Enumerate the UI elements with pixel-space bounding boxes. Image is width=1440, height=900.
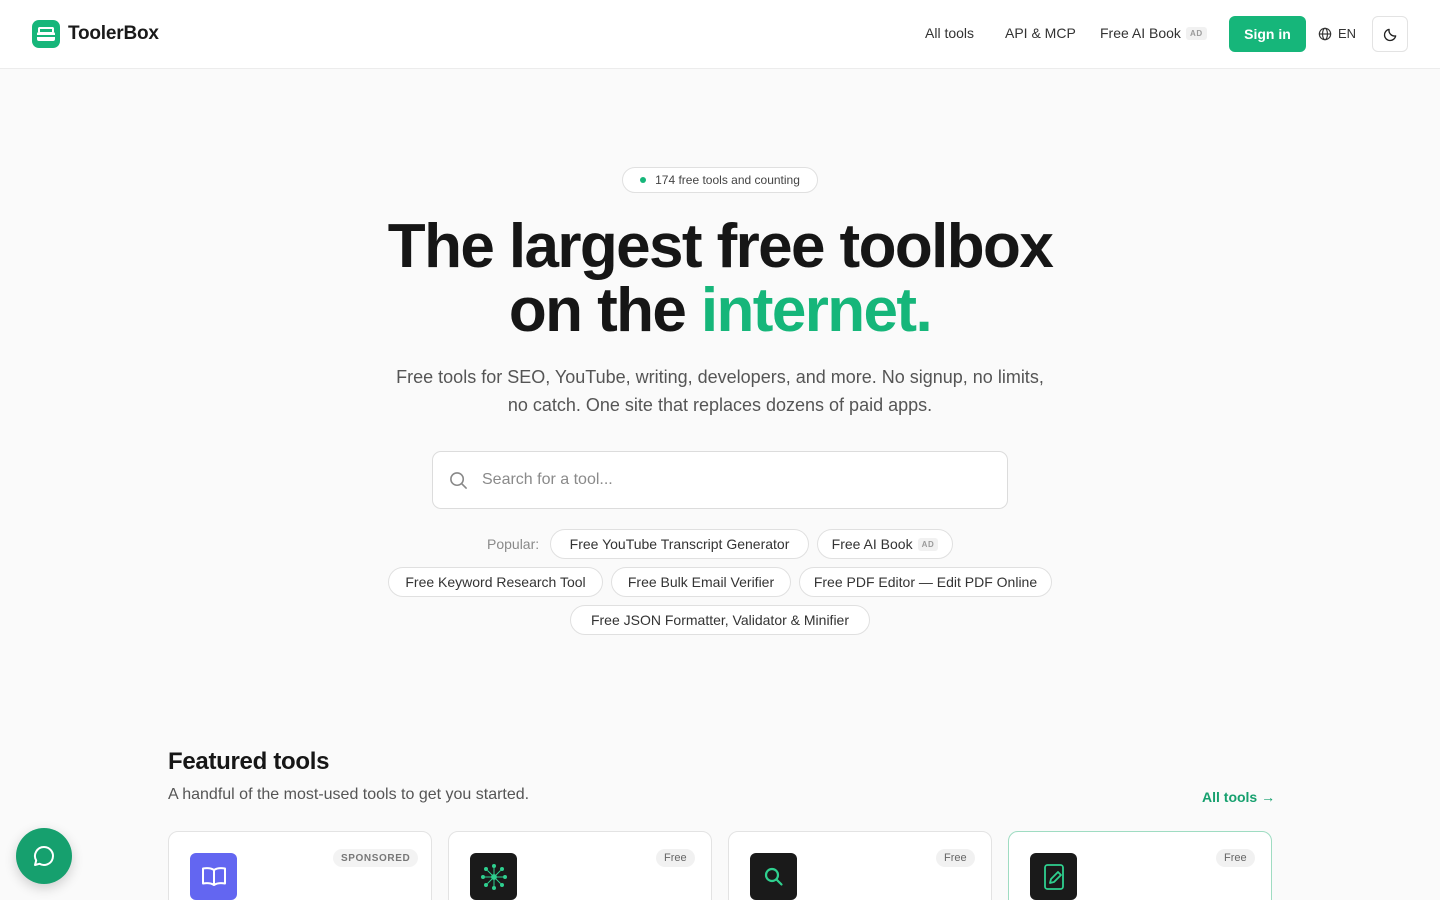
featured-card-pdf-editor[interactable]: Free xyxy=(1008,831,1272,900)
popular-label: Popular: xyxy=(487,536,540,552)
free-badge: Free xyxy=(1216,849,1255,867)
hero-title-line1: The largest free toolbox xyxy=(387,212,1054,281)
popular-chip-free-ai-book[interactable]: Free AI Book AD xyxy=(817,529,953,559)
ad-badge: AD xyxy=(917,537,939,551)
hero-title-line2-prefix: on the xyxy=(508,276,701,345)
language-code: EN xyxy=(1338,26,1357,41)
pdf-edit-icon xyxy=(1043,863,1064,890)
popular-chip-bulk-email-verifier[interactable]: Free Bulk Email Verifier xyxy=(611,567,791,597)
featured-card-search-tool[interactable]: Free xyxy=(728,831,992,900)
chip-label: Free YouTube Transcript Generator xyxy=(569,536,790,552)
chip-label: Free PDF Editor — Edit PDF Online xyxy=(813,574,1038,590)
language-switcher[interactable]: EN xyxy=(1318,26,1356,41)
card-tile xyxy=(750,853,797,900)
logo[interactable]: ToolerBox xyxy=(32,20,159,48)
chat-button[interactable] xyxy=(16,828,72,884)
popular-chip-youtube-transcript[interactable]: Free YouTube Transcript Generator xyxy=(550,529,809,559)
chip-label: Free AI Book xyxy=(831,536,913,552)
free-badge: Free xyxy=(656,849,695,867)
nav-free-ai-book-label: Free AI Book xyxy=(1100,25,1181,41)
popular-chip-pdf-editor[interactable]: Free PDF Editor — Edit PDF Online xyxy=(799,567,1052,597)
featured-subtitle: A handful of the most-used tools to get … xyxy=(168,786,530,803)
nav-all-tools[interactable]: All tools xyxy=(925,25,974,41)
chat-bubble-icon xyxy=(34,846,54,866)
tool-count-badge: 174 free tools and counting xyxy=(622,167,818,193)
globe-icon xyxy=(1318,27,1332,40)
all-tools-link[interactable]: All tools → xyxy=(1202,789,1275,805)
tool-count-text: 174 free tools and counting xyxy=(655,173,800,187)
chip-label: Free Keyword Research Tool xyxy=(405,574,586,590)
brand-name: ToolerBox xyxy=(68,23,159,44)
featured-card-network-tool[interactable]: Free xyxy=(448,831,712,900)
chip-label: Free JSON Formatter, Validator & Minifie… xyxy=(590,612,850,628)
hero-subtitle: Free tools for SEO, YouTube, writing, de… xyxy=(396,367,1044,415)
search-box[interactable] xyxy=(432,451,1008,509)
search-icon xyxy=(450,471,467,489)
hero-title: The largest free toolbox on the internet… xyxy=(320,215,1120,343)
popular-chip-json-formatter[interactable]: Free JSON Formatter, Validator & Minifie… xyxy=(570,605,870,635)
card-tile xyxy=(1030,853,1077,900)
toolbox-icon xyxy=(32,20,60,48)
nav-api-mcp[interactable]: API & MCP xyxy=(1005,25,1076,41)
featured-card-ai-book[interactable]: SPONSORED xyxy=(168,831,432,900)
card-tile xyxy=(190,853,237,900)
network-icon xyxy=(480,863,507,890)
status-dot-icon xyxy=(640,177,647,183)
popular-chip-keyword-research[interactable]: Free Keyword Research Tool xyxy=(388,567,603,597)
sign-in-button[interactable]: Sign in xyxy=(1229,16,1306,52)
card-tile xyxy=(470,853,517,900)
theme-toggle-button[interactable] xyxy=(1372,16,1408,52)
chip-label: Free Bulk Email Verifier xyxy=(627,574,775,590)
site-header: ToolerBox All tools API & MCP Free AI Bo… xyxy=(0,0,1440,69)
ad-badge: AD xyxy=(1185,27,1207,40)
magnifier-icon xyxy=(764,867,783,886)
featured-title: Featured tools xyxy=(168,748,330,775)
hero-title-accent: internet. xyxy=(700,276,933,345)
search-input[interactable] xyxy=(482,471,982,489)
sponsored-badge: SPONSORED xyxy=(333,849,419,867)
book-icon xyxy=(201,866,226,886)
moon-icon xyxy=(1383,28,1396,41)
free-badge: Free xyxy=(936,849,975,867)
nav-free-ai-book[interactable]: Free AI Book AD xyxy=(1100,25,1207,41)
